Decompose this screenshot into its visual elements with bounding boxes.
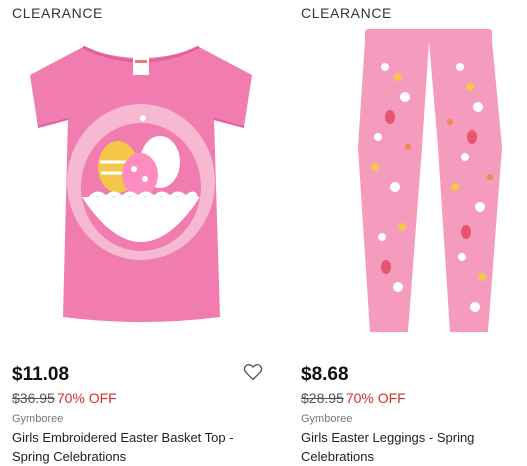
clearance-badge: CLEARANCE — [12, 5, 103, 21]
clearance-badge: CLEARANCE — [301, 5, 392, 21]
sale-price: $8.68 — [301, 364, 349, 385]
price-details: $36.95 70% OFF — [12, 390, 117, 406]
price-details: $28.95 70% OFF — [301, 390, 406, 406]
brand-label: Gymboree — [301, 413, 353, 425]
original-price: $28.95 — [301, 390, 344, 406]
product-card-easter-top[interactable]: CLEARANCE $11.08 $36.95 70% OFF Gymboree … — [0, 0, 283, 465]
product-card-easter-leggings[interactable]: CLEARANCE $8.68 $28.9570% OFF Gymboree — [290, 0, 527, 465]
product-name-link[interactable]: Girls Embroidered Easter Basket Top - Sp… — [12, 428, 274, 466]
discount-label: 70% OFF — [56, 390, 117, 406]
product-image-easter-leggings[interactable] — [290, 27, 527, 352]
heart-outline-icon[interactable] — [243, 362, 263, 382]
original-price: $36.95 — [12, 390, 55, 406]
brand-label: Gymboree — [12, 413, 64, 425]
product-name-link[interactable]: Girls Easter Leggings - Spring Celebrati… — [301, 428, 523, 466]
sale-price: $11.08 — [12, 364, 70, 385]
discount-label: 70% OFF — [345, 390, 406, 406]
product-image-easter-top[interactable] — [0, 27, 283, 352]
